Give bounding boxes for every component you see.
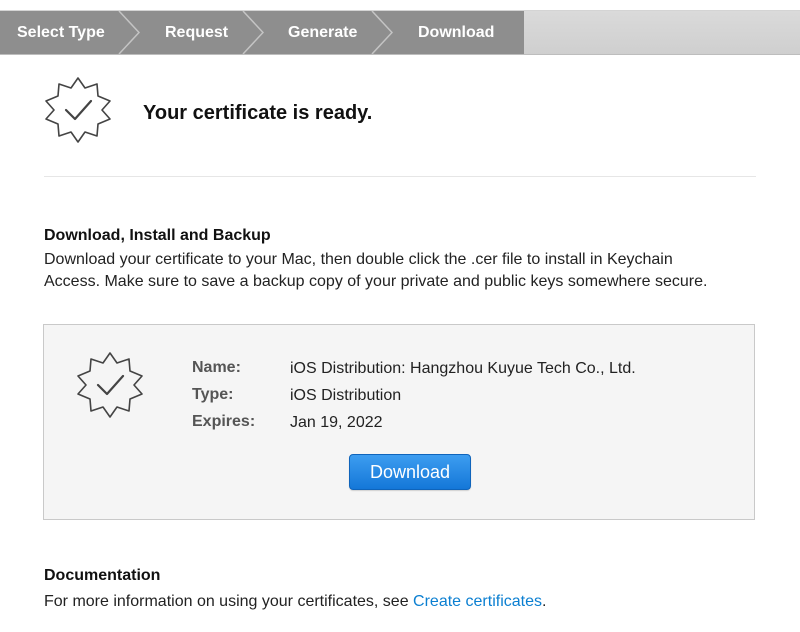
page-title: Your certificate is ready.	[143, 102, 373, 124]
divider	[44, 176, 756, 177]
certificate-panel: Name: iOS Distribution: Hangzhou Kuyue T…	[43, 324, 755, 520]
certificate-expires-label: Expires:	[192, 413, 256, 430]
step-progress-bar: Select Type Request Generate Download	[0, 11, 800, 55]
step-separator-icon	[371, 11, 393, 54]
step-select-type: Select Type	[17, 24, 105, 41]
certificate-type-value: iOS Distribution	[290, 387, 402, 404]
certificate-name-value: iOS Distribution: Hangzhou Kuyue Tech Co…	[290, 360, 636, 377]
step-generate: Generate	[288, 24, 358, 41]
step-separator-icon	[118, 11, 140, 54]
certificate-type-label: Type:	[192, 386, 234, 403]
step-request: Request	[165, 24, 229, 41]
step-separator-icon	[242, 11, 264, 54]
documentation-text: For more information on using your certi…	[44, 591, 744, 613]
create-certificates-link[interactable]: Create certificates	[413, 593, 542, 610]
documentation-heading: Documentation	[44, 567, 161, 584]
certificate-expires-value: Jan 19, 2022	[290, 414, 383, 431]
step-download: Download	[418, 24, 495, 41]
download-instructions-line2: Access. Make sure to save a backup copy …	[44, 273, 708, 290]
documentation-text-after: .	[541, 593, 547, 610]
download-button[interactable]: Download	[349, 454, 471, 490]
certificate-badge-icon	[45, 77, 111, 143]
page-header: Your certificate is ready.	[0, 54, 800, 178]
download-section-heading: Download, Install and Backup	[44, 227, 271, 244]
top-strip	[0, 0, 800, 11]
certificate-name-label: Name:	[192, 359, 241, 376]
documentation-text-before: For more information on using your certi…	[44, 593, 414, 610]
certificate-badge-icon	[77, 352, 143, 418]
download-instructions-line1: Download your certificate to your Mac, t…	[44, 251, 673, 268]
